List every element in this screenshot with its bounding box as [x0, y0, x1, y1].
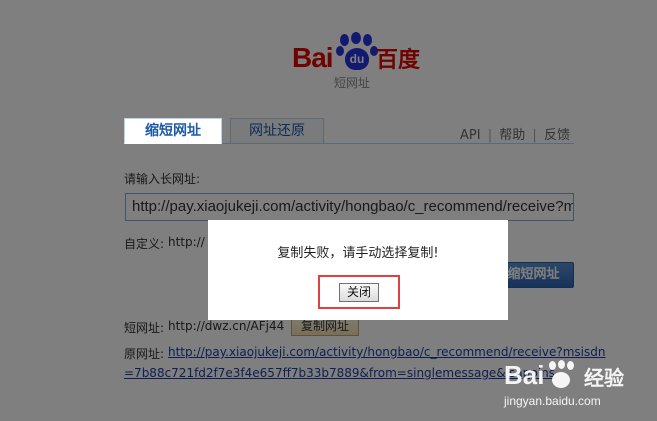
watermark-url: jingyan.baidu.com — [504, 394, 601, 408]
close-button[interactable]: 关闭 — [339, 283, 379, 302]
watermark-jingyan-text: 经验 — [584, 366, 624, 390]
watermark-bai-text: Bai — [504, 360, 545, 390]
copy-failed-dialog: 复制失败，请手动选择复制! 关闭 — [208, 220, 508, 320]
watermark-paw-icon — [546, 360, 576, 390]
baidu-jingyan-watermark: Bai 经验 jingyan.baidu.com — [500, 356, 650, 416]
dialog-message: 复制失败，请手动选择复制! — [277, 246, 439, 261]
tab-shorten-url[interactable]: 缩短网址 — [124, 118, 222, 144]
